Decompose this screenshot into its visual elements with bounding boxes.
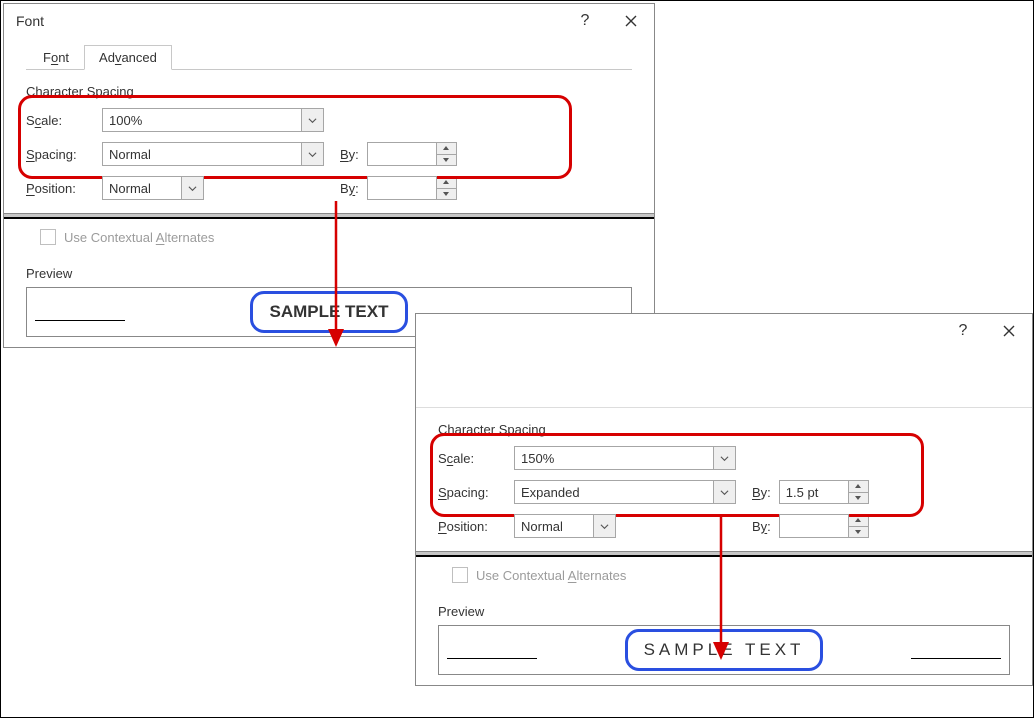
caret-down-icon xyxy=(849,527,868,538)
spacing-by-value: 1.5 pt xyxy=(786,485,819,500)
chevron-down-icon xyxy=(713,447,735,469)
dialog-title: Font xyxy=(16,13,44,29)
tab-font-label: Font xyxy=(43,50,69,65)
font-dialog-after: Font ? Character Spacing Scale: 150% Spa… xyxy=(415,313,1033,686)
position-by-input[interactable] xyxy=(779,514,849,538)
contextual-alternates-label: Use Contextual Alternates xyxy=(64,230,214,245)
preview-sample-highlighted: SAMPLE TEXT xyxy=(625,629,824,671)
close-icon xyxy=(1003,325,1015,337)
scale-label: Scale: xyxy=(438,451,514,466)
checkbox-icon xyxy=(40,229,56,245)
titlebar: Font ? xyxy=(4,4,654,38)
caret-up-icon xyxy=(849,515,868,527)
preview-underline-right xyxy=(911,658,1001,659)
chevron-down-icon xyxy=(301,143,323,165)
contextual-alternates-checkbox[interactable]: Use Contextual Alternates xyxy=(40,229,214,245)
position-by-label: By: xyxy=(752,519,771,534)
spacing-by-spinner[interactable] xyxy=(437,142,457,166)
position-label: Position: xyxy=(26,181,102,196)
position-by-spinner[interactable] xyxy=(437,176,457,200)
close-icon xyxy=(625,15,637,27)
position-combo[interactable]: Normal xyxy=(514,514,616,538)
caret-up-icon xyxy=(849,481,868,493)
tab-font[interactable]: Font xyxy=(28,45,84,70)
preview-sample-highlighted: SAMPLE TEXT xyxy=(250,291,407,333)
group-character-spacing: Character Spacing xyxy=(26,84,632,99)
scale-combo[interactable]: 100% xyxy=(102,108,324,132)
position-combo[interactable]: Normal xyxy=(102,176,204,200)
scale-label: Scale: xyxy=(26,113,102,128)
chevron-down-icon xyxy=(301,109,323,131)
preview-underline-left xyxy=(35,320,125,321)
caret-up-icon xyxy=(437,177,456,189)
close-button[interactable] xyxy=(608,4,654,38)
scale-value: 150% xyxy=(515,451,713,466)
tab-strip: Font Advanced xyxy=(4,38,654,70)
chevron-down-icon xyxy=(181,177,203,199)
scale-value: 100% xyxy=(103,113,301,128)
font-dialog-before: Font ? Font Advanced Character Spacing S… xyxy=(3,3,655,348)
spacing-by-input[interactable] xyxy=(367,142,437,166)
position-by-label: By: xyxy=(340,181,359,196)
caret-up-icon xyxy=(437,143,456,155)
group-character-spacing: Character Spacing xyxy=(438,422,1010,437)
contextual-alternates-label: Use Contextual Alternates xyxy=(476,568,626,583)
checkbox-icon xyxy=(452,567,468,583)
position-by-input[interactable] xyxy=(367,176,437,200)
preview-box: SAMPLE TEXT xyxy=(438,625,1010,675)
caret-down-icon xyxy=(437,155,456,166)
spacing-combo[interactable]: Expanded xyxy=(514,480,736,504)
preview-label: Preview xyxy=(438,604,1010,619)
scale-combo[interactable]: 150% xyxy=(514,446,736,470)
spacing-by-label: By: xyxy=(340,147,359,162)
help-button[interactable]: ? xyxy=(940,314,986,348)
contextual-alternates-checkbox[interactable]: Use Contextual Alternates xyxy=(452,567,626,583)
close-button[interactable] xyxy=(986,314,1032,348)
titlebar: Font ? xyxy=(416,314,1032,348)
tab-advanced[interactable]: Advanced xyxy=(84,45,172,70)
spacing-by-spinner[interactable] xyxy=(849,480,869,504)
preview-label: Preview xyxy=(26,266,632,281)
chevron-down-icon xyxy=(713,481,735,503)
position-value: Normal xyxy=(515,519,593,534)
spacing-by-input[interactable]: 1.5 pt xyxy=(779,480,849,504)
spacing-by-label: By: xyxy=(752,485,771,500)
preview-underline-left xyxy=(447,658,537,659)
chevron-down-icon xyxy=(593,515,615,537)
caret-down-icon xyxy=(849,493,868,504)
spacing-value: Normal xyxy=(103,147,301,162)
spacing-value: Expanded xyxy=(515,485,713,500)
help-button[interactable]: ? xyxy=(562,4,608,38)
position-value: Normal xyxy=(103,181,181,196)
tab-advanced-label: Advanced xyxy=(99,50,157,65)
spacing-label: Spacing: xyxy=(26,147,102,162)
position-label: Position: xyxy=(438,519,514,534)
position-by-spinner[interactable] xyxy=(849,514,869,538)
spacing-label: Spacing: xyxy=(438,485,514,500)
spacing-combo[interactable]: Normal xyxy=(102,142,324,166)
caret-down-icon xyxy=(437,189,456,200)
